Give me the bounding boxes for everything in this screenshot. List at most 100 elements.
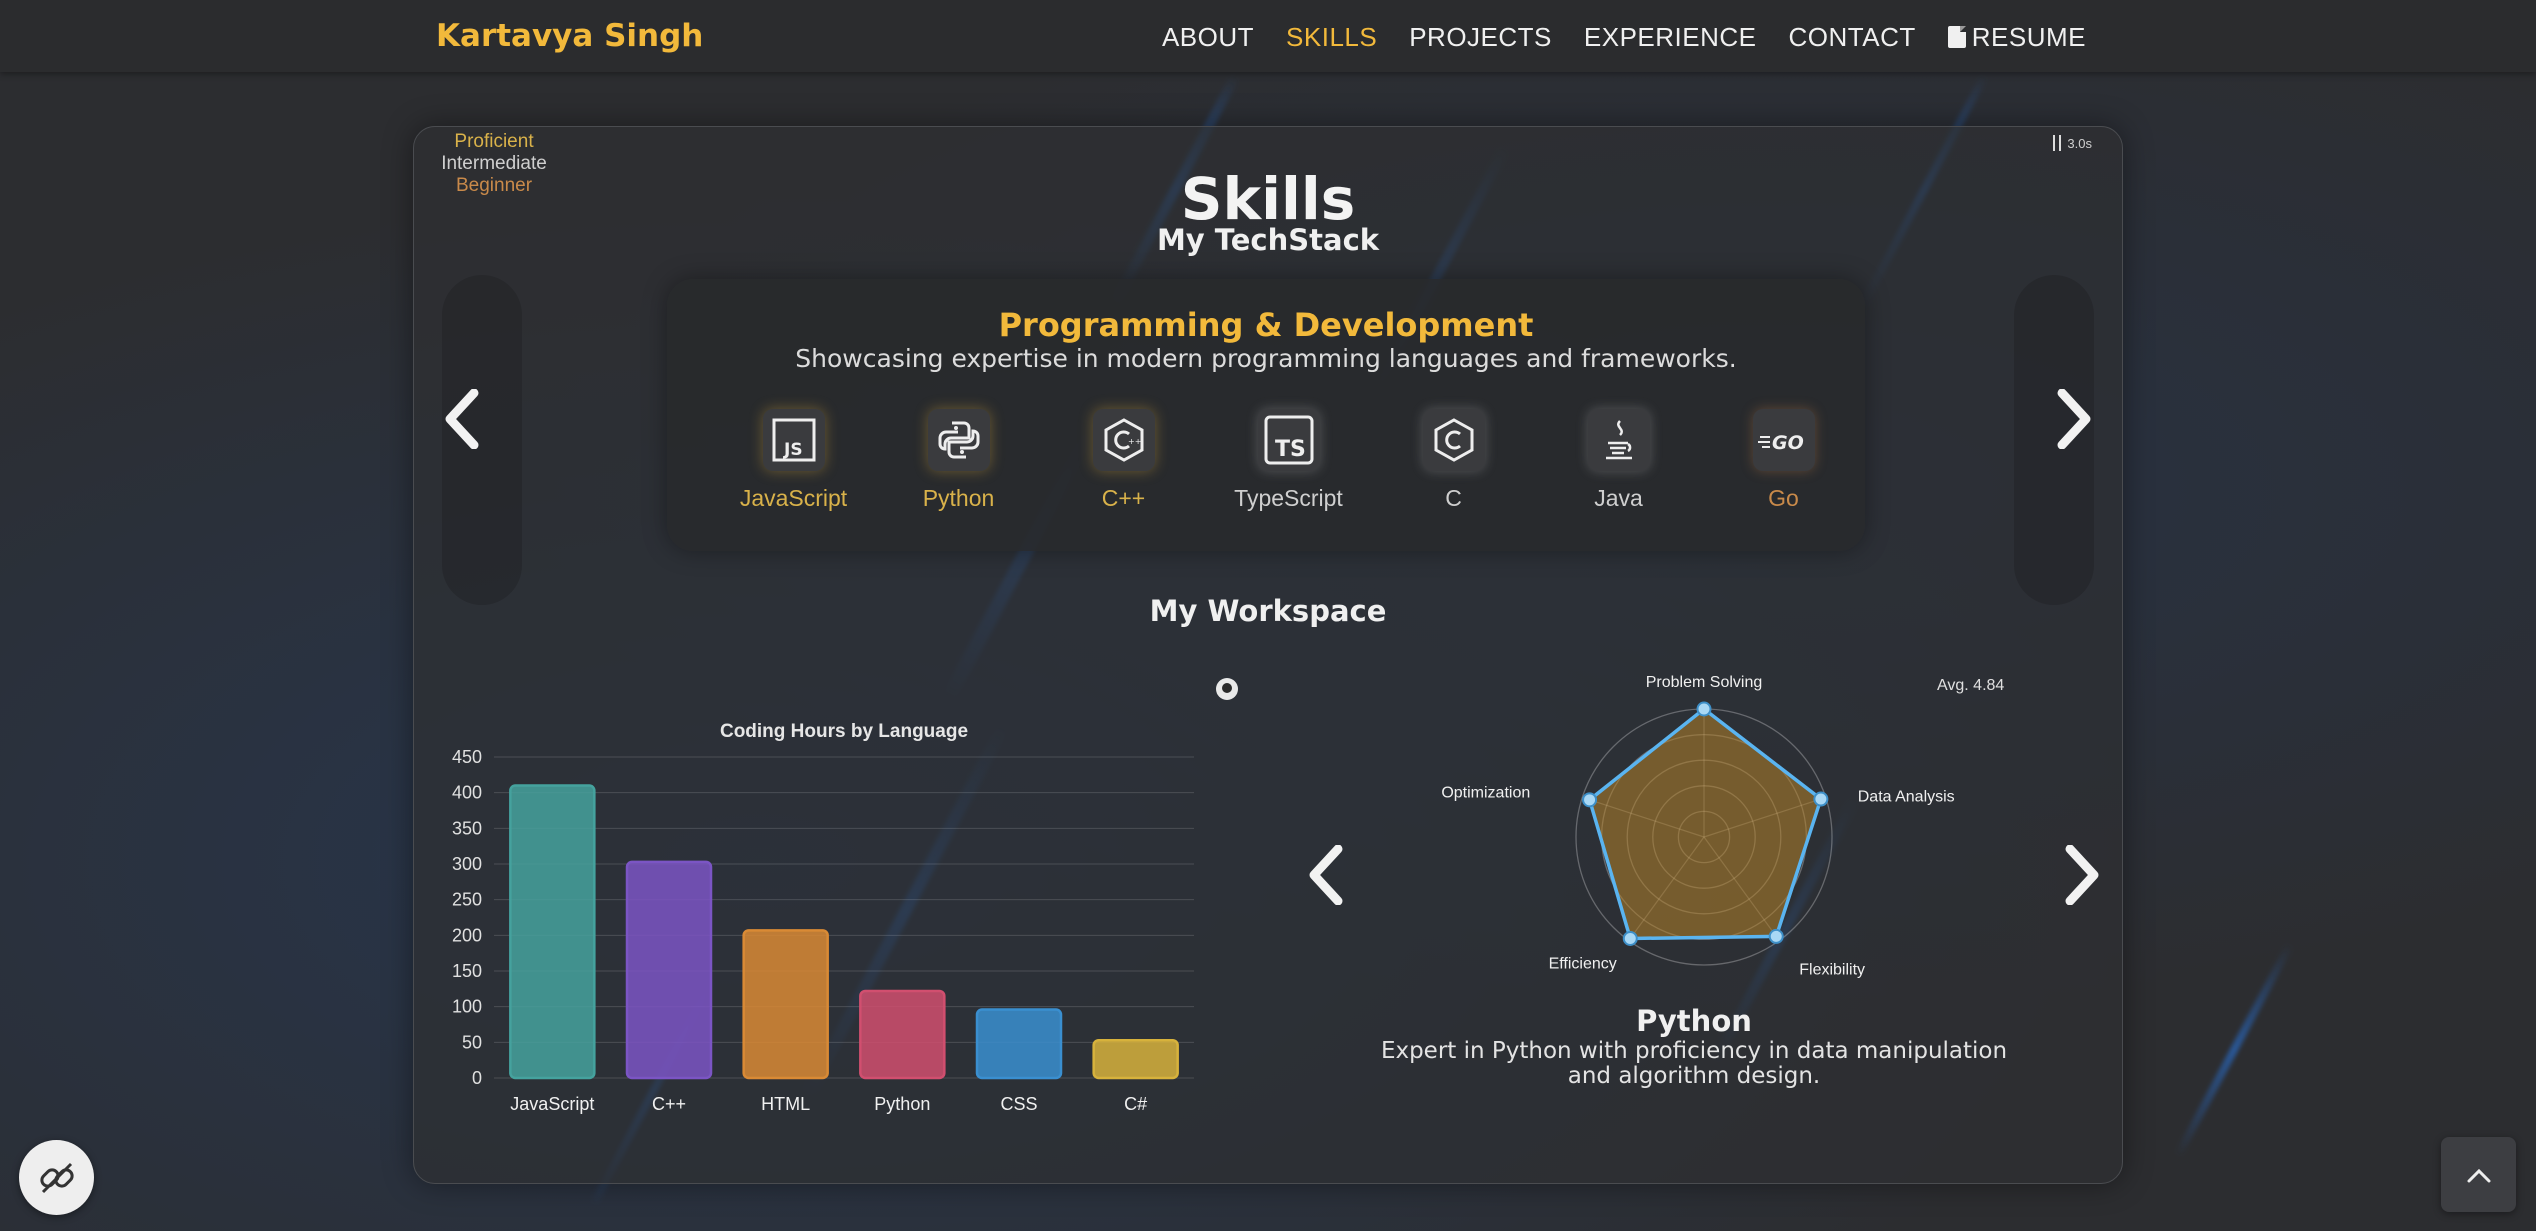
nav-about[interactable]: ABOUT (1162, 22, 1254, 53)
y-tick-label: 50 (462, 1032, 482, 1052)
accessibility-button[interactable] (19, 1140, 94, 1215)
description-line-2: and algorithm design. (1567, 1063, 1821, 1089)
radar-point (1813, 791, 1829, 807)
skill-label: Java (1594, 485, 1643, 511)
cplusplus-icon: ++ (1092, 409, 1155, 471)
radar-point (1768, 928, 1784, 944)
timer-label: 3.0s (2067, 136, 2092, 151)
javascript-icon: JS (762, 409, 825, 471)
nav-projects[interactable]: PROJECTS (1409, 22, 1552, 53)
x-tick-label: Python (874, 1094, 930, 1114)
chevron-right-icon (2065, 844, 2099, 906)
y-tick-label: 400 (452, 783, 482, 803)
chevron-up-icon (2467, 1168, 2490, 1182)
typescript-icon: TS (1257, 409, 1320, 471)
y-tick-label: 0 (472, 1068, 482, 1088)
chevron-left-icon (445, 388, 479, 450)
description-line-1: Expert in Python with proficiency in dat… (1380, 1038, 2008, 1064)
radar-point (1622, 930, 1638, 946)
y-tick-label: 300 (452, 854, 482, 874)
page-subtitle: My TechStack (1156, 223, 1380, 257)
radar-point (1582, 792, 1598, 808)
y-tick-label: 250 (452, 890, 482, 910)
category-title: Programming & Development (998, 306, 1534, 344)
pause-icon[interactable] (2053, 135, 2062, 151)
x-tick-label: CSS (1000, 1094, 1037, 1114)
category-panel: Programming & Development Showcasing exp… (667, 279, 1865, 551)
bar-chart-svg: Coding Hours by Language 0 50 100 150 200 250 3… (452, 721, 1194, 1114)
autoplay-timer[interactable]: 3.0s (2053, 135, 2092, 151)
skill-label: C (1445, 485, 1462, 511)
svg-text:++: ++ (1128, 437, 1141, 446)
y-tick-label: 450 (452, 747, 482, 767)
github-icon[interactable] (1216, 678, 1238, 700)
radar-axis-label: Flexibility (1799, 962, 1865, 979)
y-tick-label: 150 (452, 961, 482, 981)
brand-logo[interactable]: Kartavya Singh (436, 18, 703, 54)
navbar: Kartavya Singh ABOUT SKILLS PROJECTS EXP… (0, 0, 2536, 72)
prev-skill-button[interactable] (1306, 844, 1346, 906)
radar-point (1696, 701, 1712, 717)
skills-card: Proficient Intermediate Beginner 3.0s Sk… (413, 126, 2123, 1184)
skill-label: TypeScript (1234, 485, 1343, 511)
skill-cplusplus[interactable]: ++ C++ (1041, 409, 1206, 512)
skill-label: JavaScript (739, 485, 848, 511)
y-tick-label: 100 (452, 997, 482, 1017)
bar (625, 860, 713, 1080)
skill-javascript[interactable]: JS JavaScript (711, 409, 876, 512)
radar-axis-label: Problem Solving (1646, 674, 1763, 691)
x-tick-label: JavaScript (510, 1094, 594, 1114)
radar-axis-label: Data Analysis (1858, 788, 1955, 805)
next-category-button[interactable] (2054, 388, 2094, 450)
average-score: Avg. 4.84 (1937, 677, 2005, 694)
radar-axis-label: Optimization (1441, 784, 1530, 801)
c-icon (1422, 409, 1485, 471)
coding-hours-chart: Coding Hours by Language 0 50 100 150 200 250 3… (444, 682, 1204, 1231)
svg-text:GO: GO (1772, 432, 1804, 454)
x-tick-label: C++ (652, 1094, 686, 1114)
chevron-right-icon (2057, 388, 2091, 450)
chart-title: Coding Hours by Language (720, 721, 968, 742)
radar-axis-label: Efficiency (1549, 956, 1617, 973)
skill-python[interactable]: Python (876, 409, 1041, 512)
link-icon (39, 1162, 74, 1193)
bar (742, 929, 829, 1080)
nav-menu: ABOUT SKILLS PROJECTS EXPERIENCE CONTACT… (1162, 22, 2086, 53)
legend-proficient: Proficient (454, 131, 534, 152)
svg-text:JS: JS (783, 440, 803, 460)
nav-resume[interactable]: RESUME (1947, 22, 2086, 53)
chevron-left-icon (1309, 844, 1343, 906)
pdf-icon (1947, 26, 1966, 48)
bar (509, 784, 596, 1080)
x-tick-label: C# (1124, 1094, 1147, 1114)
skill-label: Go (1768, 485, 1799, 511)
category-description: Showcasing expertise in modern programmi… (795, 344, 1737, 373)
skill-label: C++ (1101, 485, 1146, 511)
workspace-title: My Workspace (1149, 594, 1387, 628)
skill-label: Python (922, 485, 995, 511)
go-icon: GO (1752, 409, 1815, 471)
language-list: JS JavaScript Python ++ C++ TS TypeScrip… (711, 409, 1866, 512)
radar-area (1587, 706, 1823, 941)
bar (1092, 1038, 1179, 1080)
skill-c[interactable]: C (1371, 409, 1536, 512)
next-skill-button[interactable] (2062, 844, 2102, 906)
bar (975, 1008, 1063, 1080)
radar-skill-description: Expert in Python with proficiency in dat… (1374, 1039, 2014, 1089)
skill-java[interactable]: Java (1536, 409, 1701, 512)
java-icon (1587, 409, 1650, 471)
bar (859, 989, 946, 1080)
nav-resume-label: RESUME (1971, 22, 2086, 52)
nav-contact[interactable]: CONTACT (1789, 22, 1916, 53)
scroll-to-top-button[interactable] (2441, 1137, 2516, 1212)
python-icon (927, 409, 990, 471)
nav-skills[interactable]: SKILLS (1286, 22, 1377, 53)
radar-skill-title: Python (1636, 1004, 1752, 1038)
skill-typescript[interactable]: TS TypeScript (1206, 409, 1371, 512)
svg-text:TS: TS (1275, 437, 1306, 462)
y-tick-label: 200 (452, 925, 482, 945)
nav-experience[interactable]: EXPERIENCE (1584, 22, 1757, 53)
y-tick-label: 350 (452, 818, 482, 838)
prev-category-button[interactable] (442, 388, 482, 450)
skill-go[interactable]: GO Go (1701, 409, 1866, 512)
